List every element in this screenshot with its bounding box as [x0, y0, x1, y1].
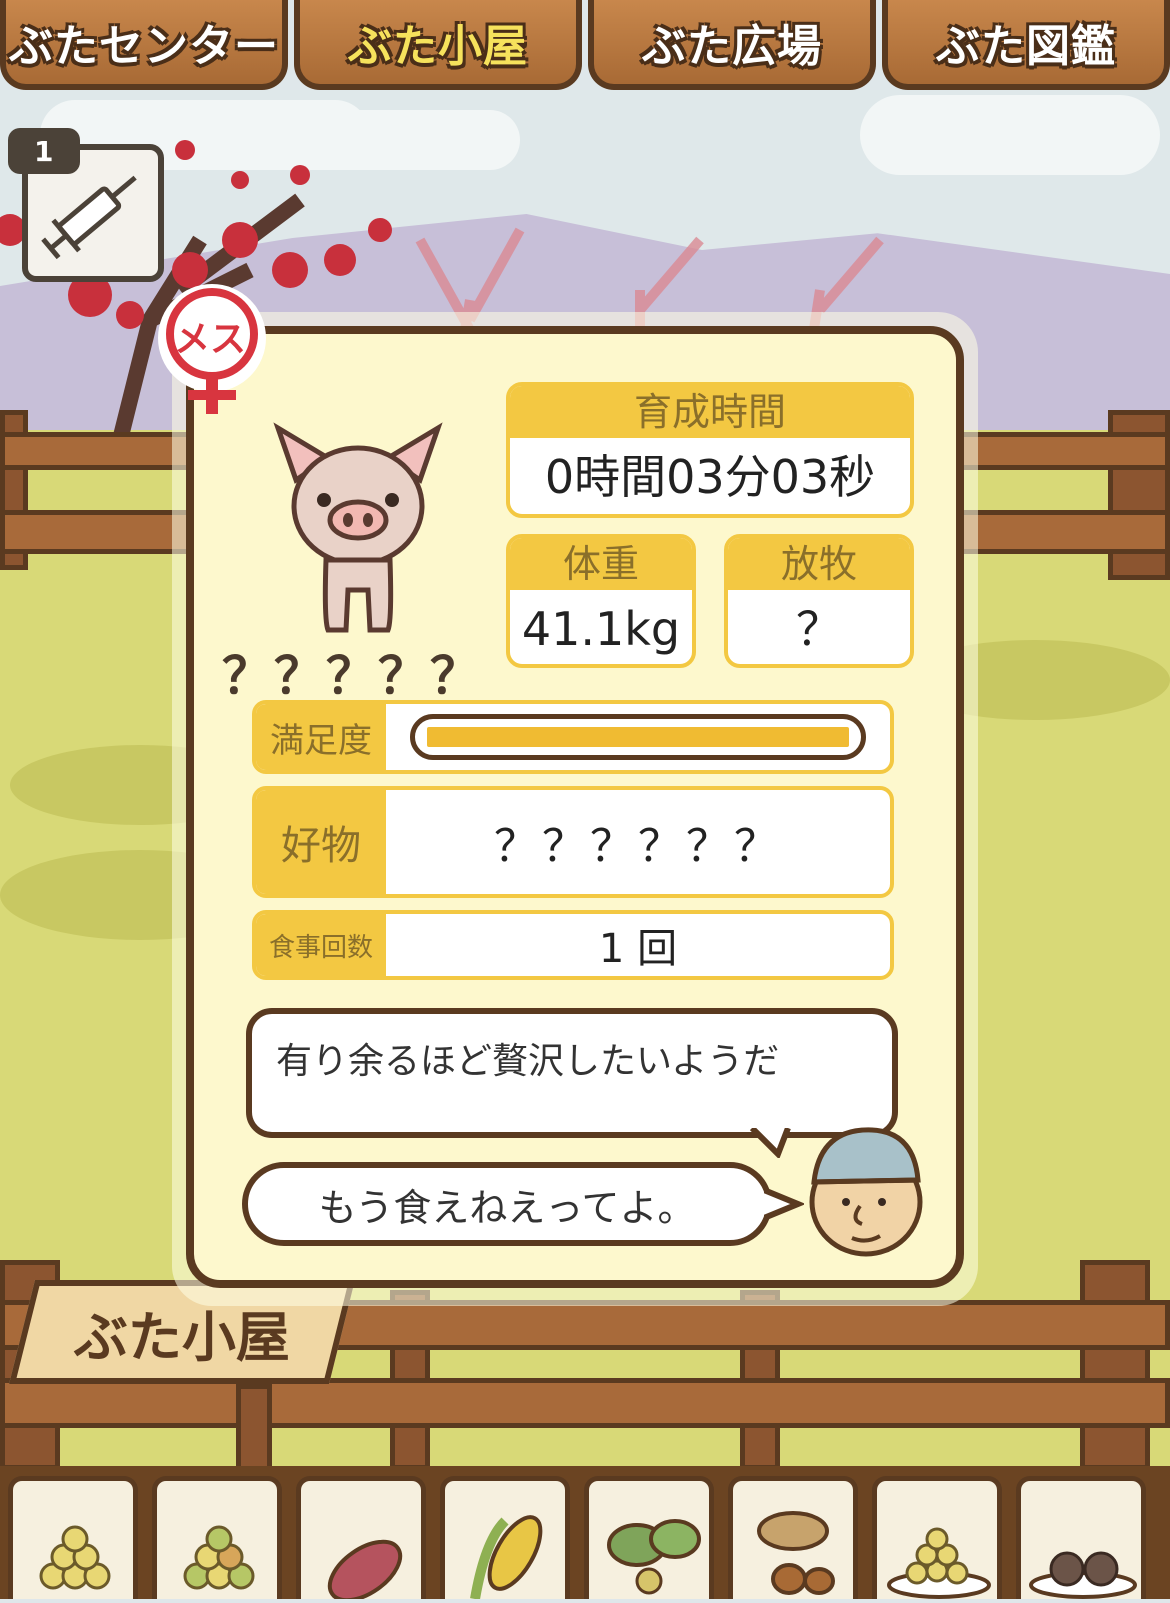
- fence-rail: [0, 1378, 1170, 1428]
- raising-time-value: 0時間03分03秒: [544, 450, 876, 504]
- raising-time-label: 育成時間: [510, 386, 910, 438]
- weight-label: 体重: [510, 538, 692, 590]
- fence-post: [1080, 1260, 1150, 1470]
- meal-count-row: 食事回数 1 回: [252, 910, 894, 980]
- top-tab-bar: ぶたセンター ぶた小屋 ぶた広場 ぶた図鑑: [0, 0, 1170, 96]
- item-count-badge: 1: [8, 128, 80, 174]
- farmer-speech-bubble: もう食えねえってよ。: [242, 1162, 772, 1246]
- mixed-grain-icon: [183, 1525, 255, 1590]
- food-item-3[interactable]: [296, 1476, 426, 1603]
- favorite-food-value: ？？？？？？: [494, 821, 782, 872]
- tab-label: ぶた小屋: [348, 21, 528, 72]
- leafy-vegetables-icon: [607, 1519, 701, 1595]
- tab-label: ぶた図鑑: [936, 21, 1116, 72]
- grazing-box: 放牧 ？: [724, 534, 914, 668]
- food-item-8[interactable]: [1016, 1476, 1146, 1599]
- satisfaction-meter: [410, 714, 866, 760]
- grazing-value: ？: [796, 602, 842, 656]
- farmer-speech-text: もう食えねえってよ。: [318, 1185, 696, 1230]
- sweet-potato-icon: [327, 1539, 403, 1603]
- pig-icon: [273, 422, 443, 633]
- dumplings-plate-icon: [1029, 1551, 1137, 1599]
- weight-value: 41.1kg: [521, 602, 681, 656]
- tab-buta-encyclopedia[interactable]: ぶた図鑑: [882, 0, 1170, 90]
- favorite-food-label: 好物: [256, 790, 386, 894]
- food-item-2[interactable]: [152, 1476, 282, 1599]
- acorns-icon: [757, 1511, 835, 1595]
- sign-post: [236, 1384, 272, 1474]
- food-item-7[interactable]: [872, 1476, 1002, 1599]
- weight-box: 体重 41.1kg: [506, 534, 696, 668]
- tab-buta-center[interactable]: ぶたセンター: [0, 0, 288, 90]
- description-text: 有り余るほど贅沢したいようだ: [276, 1041, 780, 1082]
- speech-tail: [764, 1187, 804, 1221]
- pig-name: ？？？？？: [222, 647, 482, 705]
- food-item-5[interactable]: [584, 1476, 714, 1599]
- satisfaction-label: 満足度: [256, 704, 386, 770]
- satisfaction-row: 満足度: [252, 700, 894, 774]
- satisfaction-meter-fill: [427, 727, 849, 747]
- food-item-1[interactable]: [8, 1476, 138, 1599]
- grazing-label: 放牧: [728, 538, 910, 590]
- grain-pile-icon: [39, 1525, 111, 1590]
- favorite-food-row: 好物 ？？？？？？: [252, 786, 894, 898]
- tab-buta-hut[interactable]: ぶた小屋: [294, 0, 582, 90]
- gender-label: メス: [174, 319, 247, 360]
- tab-label: ぶた広場: [642, 21, 822, 72]
- description-bubble: 有り余るほど贅沢したいようだ: [246, 1008, 898, 1138]
- food-item-6[interactable]: [728, 1476, 858, 1599]
- pellet-bowl-icon: [887, 1527, 991, 1599]
- corn-icon: [470, 1515, 543, 1600]
- raising-time-box: 育成時間 0時間03分03秒: [506, 382, 914, 518]
- tab-label: ぶたセンター: [9, 21, 279, 72]
- tab-buta-plaza[interactable]: ぶた広場: [588, 0, 876, 90]
- meal-count-label: 食事回数: [256, 914, 386, 976]
- food-item-4[interactable]: [440, 1476, 570, 1600]
- meal-count-value: 1 回: [598, 926, 678, 972]
- bubble-tail: [749, 1128, 791, 1158]
- satisfaction-meter-area: [386, 704, 890, 770]
- gender-badge: メス: [144, 282, 280, 418]
- farmer-icon: [809, 1127, 923, 1257]
